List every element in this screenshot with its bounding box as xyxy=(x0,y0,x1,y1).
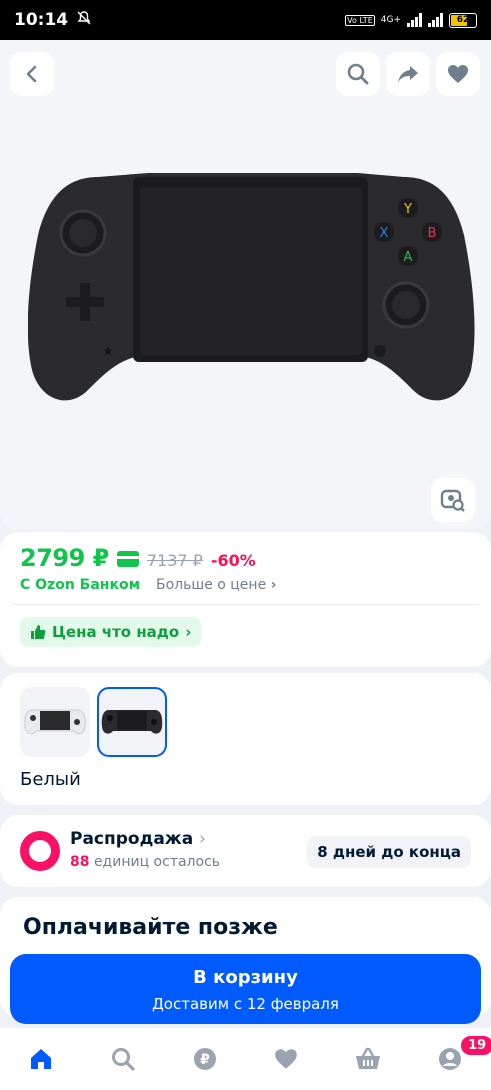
chevron-right-icon: › xyxy=(185,623,192,641)
share-icon xyxy=(398,66,418,83)
add-to-cart-label: В корзину xyxy=(193,967,298,988)
chevron-right-icon: › xyxy=(270,577,277,593)
chevron-right-icon: › xyxy=(199,829,206,849)
battery-icon: 62 xyxy=(449,12,477,28)
svg-text:A: A xyxy=(404,250,413,265)
ozon-bank-label: С Ozon Банком xyxy=(20,577,141,593)
product-image: Y B X A ★ xyxy=(27,165,476,455)
price-section: 2799 ₽ 7137 ₽ -60% С Ozon Банком Больше … xyxy=(0,532,491,667)
bottom-tab-bar: ₽ 19 xyxy=(0,1028,491,1090)
tab-favorites[interactable] xyxy=(245,1028,327,1090)
svg-text:Y: Y xyxy=(403,202,412,217)
back-button[interactable] xyxy=(10,52,54,96)
bank-card-icon xyxy=(116,551,139,567)
share-button[interactable] xyxy=(386,52,430,96)
basket-icon xyxy=(356,1047,381,1069)
status-bar: 10:14 Vo LTE 4G+ 62 xyxy=(0,0,491,40)
divider xyxy=(12,604,479,605)
tab-home[interactable] xyxy=(0,1028,82,1090)
svg-text:★: ★ xyxy=(103,344,114,358)
search-button[interactable] xyxy=(336,52,380,96)
heart-icon xyxy=(448,65,468,83)
home-icon xyxy=(30,1049,51,1069)
add-to-cart-button[interactable]: В корзину Доставим с 12 февраля xyxy=(10,954,481,1024)
ozon-bank-price: 2799 ₽ xyxy=(20,544,109,572)
selected-color-name: Белый xyxy=(20,769,81,790)
tab-cart[interactable] xyxy=(327,1028,409,1090)
days-left-badge: 8 дней до конца xyxy=(307,836,471,868)
volte-icon: Vo LTE xyxy=(345,14,375,26)
discount-badge: -60% xyxy=(210,551,256,570)
signal-icon-2 xyxy=(428,13,443,27)
product-gallery[interactable]: Y B X A ★ xyxy=(0,40,491,530)
sale-icon xyxy=(20,831,60,871)
sale-title: Распродажа › xyxy=(70,829,206,849)
tab-profile[interactable]: 19 xyxy=(409,1028,491,1090)
svg-text:₽: ₽ xyxy=(200,1052,210,1068)
svg-text:B: B xyxy=(428,226,437,241)
color-option-black[interactable] xyxy=(97,687,167,757)
delivery-date: Доставим с 12 февраля xyxy=(152,995,339,1013)
svg-text:X: X xyxy=(380,226,389,241)
visual-search-icon xyxy=(440,489,465,512)
sale-remaining: 88 единиц осталось xyxy=(70,854,221,870)
image-search-button[interactable] xyxy=(431,478,475,522)
heart-icon xyxy=(275,1049,298,1069)
cart-count-badge: 19 xyxy=(459,1034,491,1057)
more-about-price-link[interactable]: Больше о цене › xyxy=(156,577,276,593)
tab-search[interactable] xyxy=(82,1028,164,1090)
chevron-left-icon xyxy=(26,65,37,83)
favorite-button[interactable] xyxy=(436,52,480,96)
search-icon xyxy=(347,63,369,85)
status-time: 10:14 xyxy=(14,10,69,30)
color-option-white[interactable] xyxy=(20,687,90,757)
tab-finance[interactable]: ₽ xyxy=(164,1028,246,1090)
good-price-label: Цена что надо xyxy=(52,623,180,641)
pay-later-title: Оплачивайте позже xyxy=(23,915,278,940)
signal-icon xyxy=(407,13,422,27)
thumbs-up-icon xyxy=(31,625,46,639)
good-price-badge[interactable]: Цена что надо › xyxy=(20,617,202,647)
color-selector: Белый xyxy=(0,673,491,805)
network-label: 4G+ xyxy=(380,15,401,25)
search-icon xyxy=(111,1048,135,1071)
mute-icon xyxy=(76,10,92,30)
sale-section[interactable]: Распродажа › 88 единиц осталось 8 дней д… xyxy=(0,815,491,887)
ruble-icon: ₽ xyxy=(193,1048,216,1070)
old-price: 7137 ₽ xyxy=(146,551,203,570)
